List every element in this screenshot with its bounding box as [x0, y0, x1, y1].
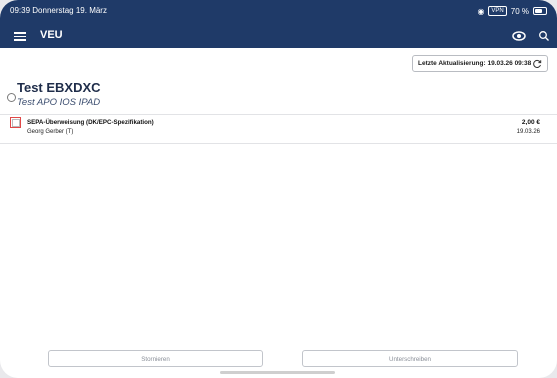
row-checkbox[interactable]	[10, 117, 21, 128]
last-update-label: Letzte Aktualisierung: 19.03.26 09:38	[418, 60, 532, 67]
account-subtitle: Test APO IOS IPAD	[17, 97, 101, 108]
refresh-icon	[533, 60, 542, 68]
cancel-button[interactable]: Stornieren	[48, 350, 263, 367]
divider	[0, 143, 557, 144]
status-bar: 09:39 Donnerstag 19. März ◉ VPN 70 %	[0, 0, 557, 24]
battery-icon	[533, 7, 547, 15]
vpn-badge: VPN	[488, 6, 507, 16]
transaction-date: 19.03.26	[516, 129, 540, 135]
status-left: 09:39 Donnerstag 19. März	[10, 6, 107, 15]
status-right: ◉ VPN 70 %	[477, 6, 547, 16]
menu-icon[interactable]	[14, 30, 26, 42]
transaction-title: SEPA-Überweisung (DK/EPC-Spezifikation)	[27, 119, 154, 126]
page-title: VEU	[40, 29, 63, 41]
status-date: Donnerstag 19. März	[32, 6, 107, 15]
divider	[0, 114, 557, 115]
search-icon[interactable]	[538, 30, 550, 42]
checkbox-inner	[12, 119, 20, 127]
app-window: 09:39 Donnerstag 19. März ◉ VPN 70 % VEU…	[0, 0, 557, 378]
wifi-icon: ◉	[477, 6, 485, 16]
refresh-button[interactable]: Letzte Aktualisierung: 19.03.26 09:38	[412, 55, 548, 72]
sign-button[interactable]: Unterschreiben	[302, 350, 518, 367]
nav-bar: VEU	[0, 24, 557, 48]
account-name: Test EBXDXC	[17, 80, 101, 95]
account-radio[interactable]	[7, 93, 16, 102]
status-time: 09:39	[10, 6, 31, 15]
home-indicator	[220, 371, 335, 374]
eye-icon[interactable]	[512, 30, 526, 42]
battery-percent: 70 %	[510, 6, 529, 16]
transaction-amount: 2,00 €	[521, 119, 540, 126]
transaction-party: Georg Gerber (T)	[27, 129, 74, 135]
